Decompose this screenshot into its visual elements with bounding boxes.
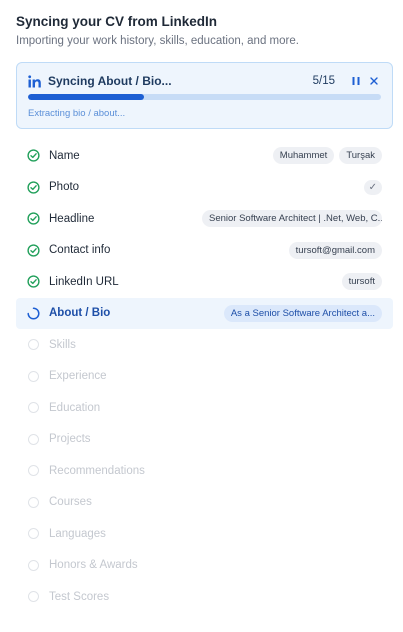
sync-item-languages: Languages (16, 518, 393, 550)
sync-item-label: Experience (49, 370, 107, 383)
sync-item-values: tursoft@gmail.com (288, 241, 382, 259)
sync-item-contact-info: Contact info tursoft@gmail.com (16, 235, 393, 267)
check-circle-icon (26, 275, 40, 289)
pending-circle-icon (26, 338, 40, 352)
sync-progress-bar (28, 94, 381, 100)
sync-item-headline: Headline Senior Software Architect | .Net… (16, 203, 393, 235)
check-circle-icon (26, 180, 40, 194)
close-icon[interactable] (367, 74, 381, 88)
page-title: Syncing your CV from LinkedIn (16, 14, 218, 29)
sync-progress-fill (28, 94, 145, 100)
sync-item-label: Skills (49, 338, 76, 351)
page-subtitle: Importing your work history, skills, edu… (16, 35, 299, 47)
sync-item-label: Photo (49, 181, 80, 194)
sync-item-recommendations: Recommendations (16, 455, 393, 487)
pending-circle-icon (26, 432, 40, 446)
sync-item-label: Languages (49, 527, 106, 540)
check-circle-icon (26, 212, 40, 226)
pause-icon[interactable] (349, 74, 363, 88)
sync-step-count: 5/15 (312, 75, 335, 87)
check-badge: ✓ (363, 179, 382, 195)
value-chip: Turşak (339, 147, 382, 165)
sync-item-honors-awards: Honors & Awards (16, 550, 393, 582)
value-chip: Muhammet (272, 147, 335, 165)
sync-item-skills: Skills (16, 329, 393, 361)
pending-circle-icon (26, 558, 40, 572)
sync-item-values: tursoft (341, 273, 382, 291)
linkedin-icon (28, 74, 42, 88)
sync-current-step: Syncing About / Bio... (48, 74, 172, 88)
pending-circle-icon (26, 369, 40, 383)
sync-item-label: Education (49, 401, 101, 414)
value-chip: As a Senior Software Architect a... (223, 304, 382, 322)
value-chip: tursoft (341, 273, 382, 291)
pending-circle-icon (26, 495, 40, 509)
pending-circle-icon (26, 401, 40, 415)
pending-circle-icon (26, 464, 40, 478)
sync-item-label: Recommendations (49, 464, 145, 477)
sync-item-name: Name Muhammet Turşak (16, 140, 393, 172)
sync-item-courses: Courses (16, 487, 393, 519)
sync-item-label: Projects (49, 433, 91, 446)
sync-item-values: ✓ (363, 179, 382, 195)
sync-items-list: Name Muhammet Turşak Photo ✓ Headline Senior S… (16, 140, 393, 613)
sync-progress-card: Syncing About / Bio... 5/15 Extracting b… (16, 62, 393, 129)
sync-item-photo: Photo ✓ (16, 172, 393, 204)
sync-item-about-bio: About / Bio As a Senior Software Architec… (16, 297, 393, 329)
sync-item-linkedin-url: LinkedIn URL tursoft (16, 266, 393, 298)
pending-circle-icon (26, 590, 40, 604)
sync-item-values: As a Senior Software Architect a... (223, 304, 382, 322)
sync-item-label: Courses (49, 496, 92, 509)
sync-item-experience: Experience (16, 361, 393, 393)
sync-item-label: About / Bio (49, 307, 111, 320)
pending-circle-icon (26, 527, 40, 541)
sync-item-values: Muhammet Turşak (272, 147, 382, 165)
sync-item-test-scores: Test Scores (16, 581, 393, 613)
sync-item-label: Test Scores (49, 590, 110, 603)
sync-item-education: Education (16, 392, 393, 424)
value-chip: Senior Software Architect | .Net, Web, C… (202, 210, 382, 228)
sync-item-label: Name (49, 149, 80, 162)
sync-item-label: Contact info (49, 244, 111, 257)
header: Syncing your CV from LinkedIn Importing … (16, 13, 393, 49)
check-circle-icon (26, 149, 40, 163)
value-chip: tursoft@gmail.com (288, 241, 382, 259)
check-circle-icon (26, 243, 40, 257)
spinner-icon (26, 306, 40, 320)
sync-item-label: LinkedIn URL (49, 275, 119, 288)
sync-item-projects: Projects (16, 424, 393, 456)
sync-item-label: Honors & Awards (49, 559, 138, 572)
sync-item-label: Headline (49, 212, 95, 225)
sync-item-values: Senior Software Architect | .Net, Web, C… (202, 210, 382, 228)
sync-status-text: Extracting bio / about... (28, 108, 126, 119)
